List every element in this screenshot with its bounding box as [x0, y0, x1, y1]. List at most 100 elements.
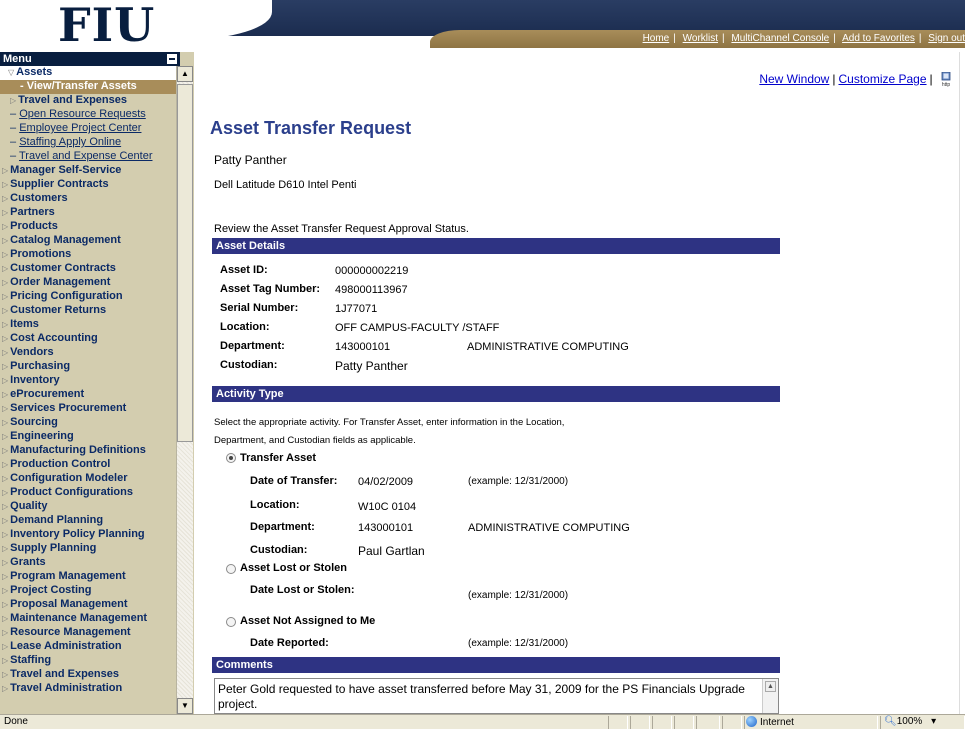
- menu-item-proposal-management[interactable]: ▷ Proposal Management: [0, 598, 176, 612]
- menu-item-travel-administration[interactable]: ▷ Travel Administration: [0, 682, 176, 696]
- menu-item-staffing-apply-online[interactable]: – Staffing Apply Online: [0, 136, 176, 150]
- menu-item-manufacturing-definitions[interactable]: ▷ Manufacturing Definitions: [0, 444, 176, 458]
- menu-item-eprocurement[interactable]: ▷ eProcurement: [0, 388, 176, 402]
- menu-item-catalog-management[interactable]: ▷ Catalog Management: [0, 234, 176, 248]
- menu-item-label: Supplier Contracts: [10, 178, 109, 190]
- menu-item-customer-contracts[interactable]: ▷ Customer Contracts: [0, 262, 176, 276]
- home-link[interactable]: Home: [643, 33, 670, 44]
- menu-item-label: eProcurement: [10, 388, 85, 400]
- folder-closed-icon: ▷: [2, 572, 9, 581]
- menu-item-label: Manufacturing Definitions: [10, 444, 146, 456]
- sign-out-link[interactable]: Sign out: [928, 33, 965, 44]
- menu-item-engineering[interactable]: ▷ Engineering: [0, 430, 176, 444]
- menu-item-promotions[interactable]: ▷ Promotions: [0, 248, 176, 262]
- menu-item-staffing[interactable]: ▷ Staffing: [0, 654, 176, 668]
- menu-item-open-resource-requests[interactable]: – Open Resource Requests: [0, 108, 176, 122]
- menu-item-production-control[interactable]: ▷ Production Control: [0, 458, 176, 472]
- menu-item-program-management[interactable]: ▷ Program Management: [0, 570, 176, 584]
- menu-item-label: Customer Returns: [10, 304, 107, 316]
- menu-item-supply-planning[interactable]: ▷ Supply Planning: [0, 542, 176, 556]
- comments-scrollbar[interactable]: ▲: [762, 679, 778, 713]
- menu-item-supplier-contracts[interactable]: ▷ Supplier Contracts: [0, 178, 176, 192]
- menu-item-partners[interactable]: ▷ Partners: [0, 206, 176, 220]
- menu-item-label: Engineering: [10, 430, 74, 442]
- date-of-transfer-value[interactable]: 04/02/2009: [358, 476, 413, 488]
- menu-item-view-transfer-assets[interactable]: - View/Transfer Assets: [0, 80, 176, 94]
- transfer-asset-radio[interactable]: [226, 453, 236, 463]
- menu-item-employee-project-center[interactable]: – Employee Project Center: [0, 122, 176, 136]
- menu-item-product-configurations[interactable]: ▷ Product Configurations: [0, 486, 176, 500]
- menu-item-label: Customers: [10, 192, 68, 204]
- customize-page-link[interactable]: Customize Page: [838, 72, 926, 86]
- menu-item-cost-accounting[interactable]: ▷ Cost Accounting: [0, 332, 176, 346]
- menu-item-pricing-configuration[interactable]: ▷ Pricing Configuration: [0, 290, 176, 304]
- transfer-custodian-value[interactable]: Paul Gartlan: [358, 544, 425, 558]
- folder-closed-icon: ▷: [2, 180, 9, 189]
- http-help-icon[interactable]: http: [939, 71, 953, 88]
- menu-item-maintenance-management[interactable]: ▷ Maintenance Management: [0, 612, 176, 626]
- asset-description: Dell Latitude D610 Intel Penti: [214, 179, 357, 191]
- menu-item-grants[interactable]: ▷ Grants: [0, 556, 176, 570]
- menu-header: Menu: [0, 52, 180, 66]
- lost-or-stolen-radio[interactable]: [226, 564, 236, 574]
- scroll-up-icon[interactable]: ▲: [177, 66, 193, 82]
- transfer-location-label: Location:: [250, 499, 300, 511]
- menu-item-inventory-policy-planning[interactable]: ▷ Inventory Policy Planning: [0, 528, 176, 542]
- not-assigned-radio[interactable]: [226, 617, 236, 627]
- menu-item-quality[interactable]: ▷ Quality: [0, 500, 176, 514]
- folder-closed-icon: ▷: [2, 432, 9, 441]
- menu-item-sourcing[interactable]: ▷ Sourcing: [0, 416, 176, 430]
- menu-item-travel-and-expenses[interactable]: ▷ Travel and Expenses: [0, 668, 176, 682]
- menu-item-label: Travel and Expenses: [10, 668, 119, 680]
- menu-item-products[interactable]: ▷ Products: [0, 220, 176, 234]
- scrollbar-thumb[interactable]: [177, 84, 193, 442]
- menu-item-travel-and-expenses[interactable]: ▷ Travel and Expenses: [0, 94, 176, 108]
- menu-item-lease-administration[interactable]: ▷ Lease Administration: [0, 640, 176, 654]
- menu-collapse-icon[interactable]: [167, 54, 177, 64]
- new-window-link[interactable]: New Window: [759, 72, 829, 86]
- menu-item-project-costing[interactable]: ▷ Project Costing: [0, 584, 176, 598]
- menu-item-assets[interactable]: ▽ Assets: [0, 66, 176, 80]
- add-to-favorites-link[interactable]: Add to Favorites: [842, 33, 915, 44]
- menu-item-label: Travel and Expenses: [18, 94, 127, 106]
- menu-item-travel-and-expense-center[interactable]: – Travel and Expense Center: [0, 150, 176, 164]
- menu-bullet: –: [10, 136, 20, 148]
- comments-textarea[interactable]: Peter Gold requested to have asset trans…: [214, 678, 779, 714]
- menu-item-customers[interactable]: ▷ Customers: [0, 192, 176, 206]
- menu-item-demand-planning[interactable]: ▷ Demand Planning: [0, 514, 176, 528]
- menu-item-purchasing[interactable]: ▷ Purchasing: [0, 360, 176, 374]
- menu-item-manager-self-service[interactable]: ▷ Manager Self-Service: [0, 164, 176, 178]
- folder-closed-icon: ▷: [2, 222, 9, 231]
- menu-item-customer-returns[interactable]: ▷ Customer Returns: [0, 304, 176, 318]
- menu-scrollbar[interactable]: ▲ ▼: [176, 66, 193, 714]
- serial-number-value: 1J77071: [335, 303, 378, 315]
- transfer-department-label: Department:: [250, 521, 315, 533]
- menu-item-vendors[interactable]: ▷ Vendors: [0, 346, 176, 360]
- date-lost-example: (example: 12/31/2000): [468, 590, 569, 601]
- menu-item-resource-management[interactable]: ▷ Resource Management: [0, 626, 176, 640]
- folder-closed-icon: ▷: [2, 390, 9, 399]
- folder-closed-icon: ▷: [2, 166, 9, 175]
- menu-item-label: Quality: [10, 500, 48, 512]
- menu-item-label: Lease Administration: [10, 640, 122, 652]
- menu-item-label: Inventory: [10, 374, 60, 386]
- menu-item-label: Customer Contracts: [10, 262, 116, 274]
- scroll-down-icon[interactable]: ▼: [177, 698, 193, 714]
- folder-closed-icon: ▷: [2, 278, 9, 287]
- menu-item-inventory[interactable]: ▷ Inventory: [0, 374, 176, 388]
- zoom-control[interactable]: 🔍︎100% ▾: [884, 716, 936, 727]
- menu-list: ▽ Assets - View/Transfer Assets ▷ Travel and…: [0, 66, 176, 696]
- transfer-department-code[interactable]: 143000101: [358, 522, 413, 534]
- menu-item-services-procurement[interactable]: ▷ Services Procurement: [0, 402, 176, 416]
- menu-item-items[interactable]: ▷ Items: [0, 318, 176, 332]
- menu-item-order-management[interactable]: ▷ Order Management: [0, 276, 176, 290]
- menu-item-configuration-modeler[interactable]: ▷ Configuration Modeler: [0, 472, 176, 486]
- zoom-dropdown-icon[interactable]: ▾: [931, 716, 936, 727]
- multichannel-console-link[interactable]: MultiChannel Console: [731, 33, 829, 44]
- transfer-location-value[interactable]: W10C 0104: [358, 501, 416, 513]
- svg-text:http: http: [942, 82, 951, 87]
- worklist-link[interactable]: Worklist: [683, 33, 718, 44]
- menu-item-label: Inventory Policy Planning: [10, 528, 145, 540]
- comments-scroll-up-icon[interactable]: ▲: [765, 681, 776, 692]
- page-scrollbar[interactable]: [959, 52, 965, 714]
